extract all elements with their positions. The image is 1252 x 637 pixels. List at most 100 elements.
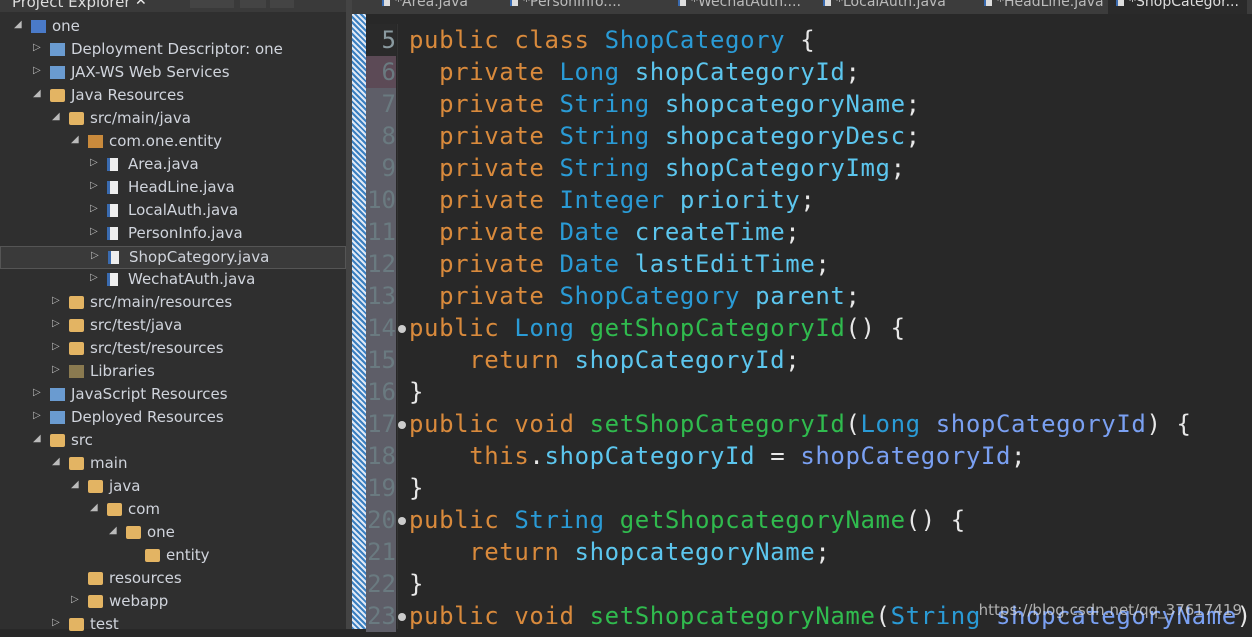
tab-2[interactable]: *WechatAuth.... [678,0,801,10]
line-number: 21 [366,536,396,568]
collapsed-arrow-icon[interactable]: ▷ [52,341,62,352]
tree-item[interactable]: ◢ main [0,453,346,476]
expanded-arrow-icon[interactable]: ◢ [109,525,119,536]
collapse-all-button[interactable] [190,0,234,8]
code-line[interactable]: private String shopcategoryName; [398,88,1252,120]
tree-item[interactable]: ▷ ShopCategory.java [0,246,346,269]
code-line[interactable]: public void setShopCategoryId(Long shopC… [398,408,1252,440]
tree-item[interactable]: resources [0,568,346,591]
minimize-button[interactable] [270,0,294,8]
tab-3[interactable]: *LocalAuth.java [823,0,946,10]
code-line[interactable]: private Integer priority; [398,184,1252,216]
code-line[interactable]: public class ShopCategory { [398,24,1252,56]
tree-item[interactable]: ▷ Area.java [0,154,346,177]
collapsed-arrow-icon[interactable]: ▷ [33,387,43,398]
tab-0[interactable]: *Area.java [382,0,468,10]
tree-item[interactable]: entity [0,545,346,568]
code-line[interactable]: private Long shopCategoryId; [398,56,1252,88]
line-number: 11 [366,216,396,248]
collapsed-arrow-icon[interactable]: ▷ [52,295,62,306]
tree-item[interactable]: ▷ src/test/java [0,315,346,338]
close-icon[interactable]: ✕ [135,0,147,9]
tree-item[interactable]: ▷ Deployment Descriptor: one [0,39,346,62]
expanded-arrow-icon[interactable]: ◢ [71,134,81,145]
tree-item[interactable]: ▷ test [0,614,346,637]
tree-item[interactable]: ▷ src/main/resources [0,292,346,315]
collapsed-arrow-icon[interactable]: ▷ [91,250,101,261]
code-line[interactable]: } [398,376,1252,408]
expanded-arrow-icon[interactable]: ◢ [52,111,62,122]
code-token: String [559,154,665,182]
tree-item[interactable]: ◢ java [0,476,346,499]
tab-1[interactable]: *PersonInfo.... [510,0,621,10]
code-token: String [514,506,620,534]
code-line[interactable]: private Date lastEditTime; [398,248,1252,280]
tree-item-label: Deployment Descriptor: one [71,40,283,58]
code-token: shopCategoryId [800,442,1012,470]
tree-item[interactable]: ◢ src [0,430,346,453]
code-token: ; [800,186,816,214]
tree-item[interactable]: ▷ WechatAuth.java [0,269,346,292]
tree-item[interactable]: ◢ src/main/java [0,108,346,131]
collapsed-arrow-icon[interactable]: ▷ [33,42,43,53]
tab-5[interactable]: *ShopCategor... [1108,0,1247,14]
expanded-arrow-icon[interactable]: ◢ [90,502,100,513]
tree-item[interactable]: ▷ src/test/resources [0,338,346,361]
fold-toggle-icon[interactable] [398,517,406,525]
collapsed-arrow-icon[interactable]: ▷ [52,364,62,375]
tree-item[interactable]: ▷ HeadLine.java [0,177,346,200]
collapsed-arrow-icon[interactable]: ▷ [33,65,43,76]
collapsed-arrow-icon[interactable]: ▷ [52,318,62,329]
tree-item[interactable]: ◢ com [0,499,346,522]
collapsed-arrow-icon[interactable]: ▷ [71,594,81,605]
tree-item[interactable]: ▷ JAX-WS Web Services [0,62,346,85]
tree-item[interactable]: ▷ JavaScript Resources [0,384,346,407]
fold-toggle-icon[interactable] [398,613,406,621]
tab-4[interactable]: *HeadLine.java [984,0,1104,10]
collapsed-arrow-icon[interactable]: ▷ [52,617,62,628]
collapsed-arrow-icon[interactable]: ▷ [90,272,100,283]
tree-item[interactable]: ◢ com.one.entity [0,131,346,154]
collapsed-arrow-icon[interactable]: ▷ [33,410,43,421]
code-line[interactable]: return shopCategoryId; [398,344,1252,376]
tree-item[interactable]: ◢ Java Resources [0,85,346,108]
java-file-icon [382,0,390,6]
code-editor[interactable]: public class ShopCategory { private Long… [397,24,1252,630]
code-line[interactable]: this.shopCategoryId = shopCategoryId; [398,440,1252,472]
tree-item[interactable]: ◢ one [0,16,346,39]
tree-item[interactable]: ▷ Deployed Resources [0,407,346,430]
tree-item[interactable]: ◢ one [0,522,346,545]
expanded-arrow-icon[interactable]: ◢ [33,88,43,99]
tree-item[interactable]: ▷ PersonInfo.java [0,223,346,246]
tree-item[interactable]: ▷ LocalAuth.java [0,200,346,223]
code-line[interactable]: public Long getShopCategoryId() { [398,312,1252,344]
expanded-arrow-icon[interactable]: ◢ [33,433,43,444]
code-token: String [559,122,665,150]
collapsed-arrow-icon[interactable]: ▷ [90,203,100,214]
fold-toggle-icon[interactable] [398,325,406,333]
expanded-arrow-icon[interactable]: ◢ [71,479,81,490]
code-line[interactable]: } [398,472,1252,504]
code-line[interactable]: private Date createTime; [398,216,1252,248]
code-line[interactable]: public String getShopcategoryName() { [398,504,1252,536]
collapsed-arrow-icon[interactable]: ▷ [90,226,100,237]
fold-toggle-icon[interactable] [398,421,406,429]
expanded-arrow-icon[interactable]: ◢ [52,456,62,467]
code-line[interactable]: private ShopCategory parent; [398,280,1252,312]
code-line[interactable]: return shopcategoryName; [398,536,1252,568]
explorer-header: Project Explorer ✕ [0,0,346,12]
collapsed-arrow-icon[interactable]: ▷ [90,180,100,191]
expanded-arrow-icon[interactable]: ◢ [14,19,24,30]
tree-item[interactable]: ▷ Libraries [0,361,346,384]
tree-item-label: one [147,523,175,541]
tree-item-label: src/test/java [90,316,183,334]
tree-item[interactable]: ▷ webapp [0,591,346,614]
line-number: 10 [366,184,396,216]
code-line[interactable]: } [398,568,1252,600]
collapsed-arrow-icon[interactable]: ▷ [90,157,100,168]
code-line[interactable]: private String shopcategoryDesc; [398,120,1252,152]
code-token: createTime [634,218,786,246]
misc-icon [50,66,65,79]
code-line[interactable]: private String shopCategoryImg; [398,152,1252,184]
view-menu-button[interactable] [240,0,266,8]
